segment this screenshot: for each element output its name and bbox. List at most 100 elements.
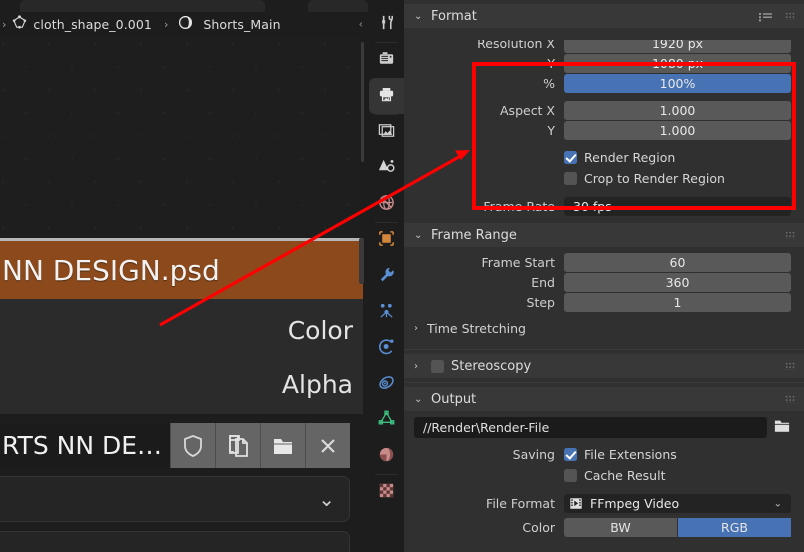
properties-editor: Scene ⌄ Format Resolu <box>404 0 804 552</box>
checker-texture-icon <box>377 481 396 504</box>
row-crop-to-render-region: Crop to Render Region <box>404 169 804 188</box>
properties-tab-strip <box>369 0 404 552</box>
field-frame-end[interactable]: 360 <box>564 273 791 292</box>
chevron-right-icon: › <box>414 322 418 334</box>
field-resolution-y[interactable]: 1080 px <box>564 54 791 73</box>
label-frame-start: Frame Start <box>481 255 555 270</box>
row-file-format: File Format FFmpeg Video ⌄ <box>404 494 804 513</box>
tool-tab[interactable] <box>369 6 404 42</box>
constraints-tab[interactable] <box>369 366 404 402</box>
scene-cone-icon <box>377 157 396 180</box>
color-option-bw[interactable]: BW <box>564 518 677 537</box>
dropdown-frame-rate[interactable]: 30 fps ⌄ <box>564 197 791 216</box>
subpanel-label-time-stretching: Time Stretching <box>427 320 526 336</box>
left-editor-region: › cloth_shape_0.001 › Shorts_Main ‹ NN D… <box>0 0 369 552</box>
chevron-right-icon: › <box>414 360 418 372</box>
open-image-button[interactable] <box>260 423 305 468</box>
file-list: NN DESIGN.psd Color Alpha <box>0 238 363 414</box>
texture-tab[interactable] <box>369 474 404 510</box>
object-tab[interactable] <box>369 222 404 258</box>
editor-tab-strip <box>0 0 369 12</box>
breadcrumb-item-0[interactable]: cloth_shape_0.001 <box>33 17 152 32</box>
field-aspect-y[interactable]: 1.000 <box>564 121 791 140</box>
label-frame-rate: Frame Rate <box>483 199 555 214</box>
field-frame-start[interactable]: 60 <box>564 253 791 272</box>
subpanel-time-stretching[interactable]: › Time Stretching <box>404 317 804 339</box>
row-aspect-x: Aspect X 1.000 <box>404 101 804 120</box>
panel-drag-grip[interactable] <box>785 12 796 20</box>
physics-tab[interactable] <box>369 330 404 366</box>
world-globe-icon <box>377 193 396 216</box>
render-tab[interactable] <box>369 42 404 78</box>
checkbox-render-region[interactable] <box>564 151 577 164</box>
label-aspect-y: Y <box>547 123 555 138</box>
panel-body-output: //Render\Render-File Saving File Extensi… <box>404 411 804 543</box>
row-cache-result: Cache Result <box>404 466 804 485</box>
checkbox-file-extensions[interactable] <box>564 448 577 461</box>
chevron-down-icon: ⌄ <box>318 487 335 511</box>
panel-drag-grip[interactable] <box>785 231 796 239</box>
view-layer-tab[interactable] <box>369 114 404 150</box>
folder-icon <box>773 418 791 438</box>
color-option-rgb[interactable]: RGB <box>678 518 791 537</box>
panel-header-output[interactable]: ⌄ Output <box>404 387 804 411</box>
field-aspect-x[interactable]: 1.000 <box>564 101 791 120</box>
chevron-down-icon: ⌄ <box>773 201 782 212</box>
constraint-icon <box>377 373 396 396</box>
panel-drag-grip[interactable] <box>785 362 796 370</box>
file-list-scrollbar[interactable] <box>359 238 364 284</box>
field-resolution-percent[interactable]: 100% <box>564 74 791 93</box>
browse-output-folder-button[interactable] <box>770 417 794 438</box>
new-image-button[interactable] <box>215 423 260 468</box>
panel-title-output: Output <box>431 391 477 407</box>
list-item[interactable]: NN DESIGN.psd <box>0 241 363 299</box>
channel-label-color[interactable]: Color <box>288 316 353 345</box>
canvas-vertical-scrollbar[interactable] <box>360 36 365 238</box>
wrench-icon <box>377 265 396 288</box>
panel-header-frame-range[interactable]: ⌄ Frame Range <box>404 223 804 247</box>
world-tab[interactable] <box>369 186 404 222</box>
ghost-tab-b[interactable] <box>308 0 368 12</box>
row-frame-step: Step 1 <box>404 293 804 312</box>
label-frame-step: Step <box>526 295 555 310</box>
checkbox-cache-result[interactable] <box>564 469 577 482</box>
breadcrumb-sep-1: › <box>163 17 169 31</box>
row-color-mode: Color BW RGB <box>404 518 804 537</box>
panel-header-format[interactable]: ⌄ Format <box>404 4 804 28</box>
modifier-tab[interactable] <box>369 258 404 294</box>
ghost-tab-a[interactable] <box>20 0 265 12</box>
material-tab[interactable] <box>369 438 404 474</box>
data-tab[interactable] <box>369 402 404 438</box>
folder-icon <box>271 433 295 459</box>
material-sphere-icon <box>377 445 396 468</box>
row-file-extensions: Saving File Extensions <box>404 445 804 464</box>
label-resolution-percent: % <box>543 76 555 91</box>
unlink-datablock-button[interactable] <box>305 423 350 468</box>
breadcrumb-item-1[interactable]: Shorts_Main <box>203 17 280 32</box>
scene-tab[interactable] <box>369 150 404 186</box>
checkbox-stereoscopy[interactable] <box>431 359 444 373</box>
panel-header-stereoscopy[interactable]: › Stereoscopy <box>404 354 804 378</box>
panel-drag-grip[interactable] <box>785 395 796 403</box>
row-render-region: Render Region <box>404 148 804 167</box>
channel-label-alpha[interactable]: Alpha <box>282 370 353 399</box>
image-editor-canvas[interactable] <box>0 36 363 238</box>
breadcrumb-collapse-icon[interactable]: ‹ <box>359 18 363 31</box>
output-path-field[interactable]: //Render\Render-File <box>414 417 767 438</box>
panel-body-format: Resolution X 1920 px Y 1080 px % 100% As… <box>404 28 804 223</box>
source-dropdown[interactable]: ⌄ <box>0 476 350 522</box>
dropdown-file-format[interactable]: FFmpeg Video ⌄ <box>564 494 791 513</box>
preset-list-icon[interactable] <box>758 11 774 22</box>
value-frame-rate: 30 fps <box>573 199 612 214</box>
datablock-name-field[interactable]: RTS NN DE… <box>0 423 170 468</box>
secondary-dropdown[interactable] <box>0 531 350 552</box>
close-icon <box>316 433 340 459</box>
field-frame-step[interactable]: 1 <box>564 293 791 312</box>
label-frame-end: End <box>531 275 555 290</box>
output-tab[interactable] <box>369 78 404 114</box>
fake-user-shield-button[interactable] <box>170 423 215 468</box>
label-file-format: File Format <box>486 496 555 511</box>
particles-tab[interactable] <box>369 294 404 330</box>
checkbox-crop-to-render-region[interactable] <box>564 172 577 185</box>
value-file-format: FFmpeg Video <box>590 496 680 511</box>
